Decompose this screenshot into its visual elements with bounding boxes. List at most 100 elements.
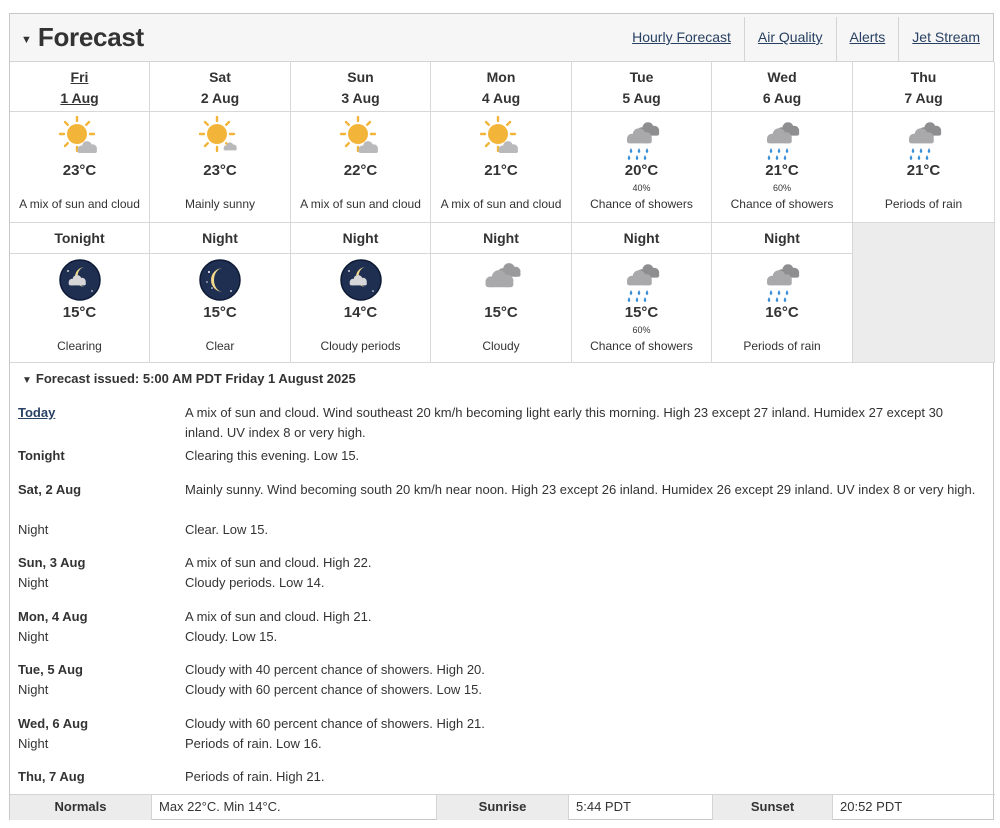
night-header: Night xyxy=(431,223,572,254)
moon-icon xyxy=(199,259,241,301)
rain-cloud-icon xyxy=(767,264,800,302)
hourly-forecast-link[interactable]: Hourly Forecast xyxy=(619,17,744,61)
forecast-issued-toggle[interactable]: ▼ Forecast issued: 5:00 AM PDT Friday 1 A… xyxy=(22,371,356,386)
period-text: A mix of sun and cloud. High 22. xyxy=(185,555,372,570)
precip-chance: 60% xyxy=(632,325,651,335)
day-forecast-thu: 21°C Periods of rain xyxy=(853,112,995,223)
night-condition: Clearing xyxy=(57,339,102,353)
night-condition: Cloudy xyxy=(482,339,520,353)
night-forecast: 15°C Clear xyxy=(150,254,291,363)
day-forecast-sat: 23°C Mainly sunny xyxy=(150,112,291,223)
precip-chance xyxy=(712,324,852,336)
day-name: Fri xyxy=(70,69,89,85)
sun-cloud-icon xyxy=(58,116,97,153)
rain-cloud-icon xyxy=(626,264,659,302)
day-temp: 20°C xyxy=(624,162,659,179)
day-condition: Chance of showers xyxy=(730,197,834,211)
precip-chance: 60% xyxy=(772,183,791,193)
day-temp: 23°C xyxy=(62,162,97,179)
night-condition: Periods of rain xyxy=(743,339,821,353)
night-header: Night xyxy=(572,223,712,254)
collapse-caret-icon[interactable]: ▼ xyxy=(21,34,32,46)
day-temp: 21°C xyxy=(906,162,941,179)
precip-chance xyxy=(853,182,994,194)
sunrise-value: 5:44 PDT xyxy=(569,795,713,820)
day-temp: 22°C xyxy=(343,162,378,179)
period-label: Night xyxy=(18,736,49,751)
precip-chance xyxy=(150,182,290,194)
day-forecast-wed: 21°C 60% Chance of showers xyxy=(712,112,853,223)
alerts-link[interactable]: Alerts xyxy=(835,17,899,61)
night-temp: 15°C xyxy=(203,304,237,321)
precip-chance xyxy=(431,182,571,194)
night-forecast: 16°C Periods of rain xyxy=(712,254,853,363)
day-name: Mon xyxy=(486,69,516,85)
day-forecast-mon: 21°C A mix of sun and cloud xyxy=(431,112,572,223)
precip-chance xyxy=(291,324,430,336)
day-date: 1 Aug xyxy=(60,90,99,106)
night-header: Night xyxy=(291,223,431,254)
today-link[interactable]: Today xyxy=(18,403,55,423)
day-condition: A mix of sun and cloud xyxy=(19,197,140,211)
day-temp: 21°C xyxy=(484,162,518,179)
forecast-title: Forecast xyxy=(37,22,144,52)
day-name: Sun xyxy=(347,69,374,85)
day-condition: Mainly sunny xyxy=(184,197,256,211)
night-temp: 15°C xyxy=(62,304,97,321)
day-condition: A mix of sun and cloud xyxy=(440,197,562,211)
precip-chance xyxy=(150,324,290,336)
day-forecast-tue: 20°C 40% Chance of showers xyxy=(572,112,712,223)
day-header-tue: Tue 5 Aug xyxy=(572,62,712,112)
sun-small-cloud-icon xyxy=(198,116,237,153)
period-text: Periods of rain. High 21. xyxy=(185,769,325,784)
precip-chance xyxy=(10,324,149,336)
forecast-issued-text: Forecast issued: 5:00 AM PDT Friday 1 Au… xyxy=(35,371,356,386)
rain-cloud-icon xyxy=(626,122,659,160)
period-label: Mon, 4 Aug xyxy=(18,609,88,624)
normals-label: Normals xyxy=(10,795,152,820)
night-temp: 15°C xyxy=(624,304,659,321)
sun-cloud-icon xyxy=(479,116,518,153)
day-name: Sat xyxy=(209,69,231,85)
night-temp: 16°C xyxy=(765,304,799,321)
period-label: Night xyxy=(18,629,49,644)
night-forecast: 15°C Clearing xyxy=(10,254,150,363)
jet-stream-link[interactable]: Jet Stream xyxy=(898,17,993,61)
period-text: Clearing this evening. Low 15. xyxy=(185,448,360,463)
moon-cloud-icon xyxy=(58,259,101,301)
day-date: 4 Aug xyxy=(481,90,521,106)
period-text: Cloudy. Low 15. xyxy=(185,629,278,644)
day-name: Tue xyxy=(629,69,654,85)
night-forecast: 15°C Cloudy xyxy=(431,254,572,363)
precip-chance xyxy=(431,324,571,336)
day-temp: 21°C xyxy=(765,162,799,179)
day-date: 7 Aug xyxy=(904,90,943,106)
day-date: 2 Aug xyxy=(200,90,240,106)
day-header-thu: Thu 7 Aug xyxy=(853,62,995,112)
period-text: A mix of sun and cloud. High 21. xyxy=(185,609,372,624)
night-condition: Cloudy periods xyxy=(320,339,401,353)
forecast-toggle[interactable]: ▼ Forecast xyxy=(21,22,144,53)
day-condition: A mix of sun and cloud xyxy=(300,197,421,211)
day-header-sat: Sat 2 Aug xyxy=(150,62,291,112)
day-temp: 23°C xyxy=(203,162,237,179)
rain-cloud-icon xyxy=(908,122,941,160)
period-label: Night xyxy=(18,682,49,697)
collapse-caret-icon[interactable]: ▼ xyxy=(22,375,32,386)
period-text: Cloudy with 60 percent chance of showers… xyxy=(185,716,485,731)
period-text: A mix of sun and cloud. Wind southeast 2… xyxy=(185,405,944,440)
night-forecast: 15°C 60% Chance of showers xyxy=(572,254,712,363)
night-condition: Clear xyxy=(205,339,235,353)
period-text: Periods of rain. Low 16. xyxy=(185,736,322,751)
period-label: Sat, 2 Aug xyxy=(18,482,82,497)
night-temp: 14°C xyxy=(343,304,378,321)
night-forecast: 14°C Cloudy periods xyxy=(291,254,431,363)
air-quality-link[interactable]: Air Quality xyxy=(743,17,836,61)
day-condition: Chance of showers xyxy=(590,197,693,211)
cloud-icon xyxy=(485,263,521,288)
period-text: Mainly sunny. Wind becoming south 20 km/… xyxy=(185,482,976,497)
empty-cell xyxy=(853,223,995,363)
day-header-fri[interactable]: Fri 1 Aug xyxy=(10,62,150,112)
night-header: Tonight xyxy=(10,223,150,254)
forecast-links: Hourly Forecast Air Quality Alerts Jet S… xyxy=(619,17,993,61)
